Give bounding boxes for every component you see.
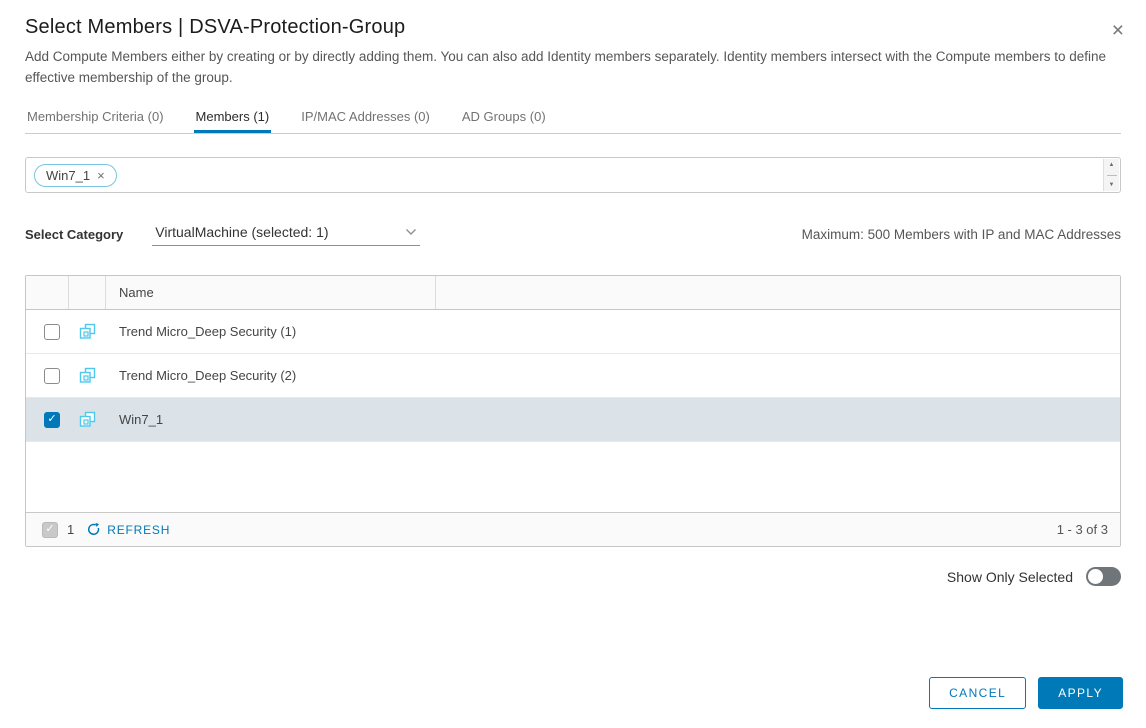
row-checkbox[interactable] bbox=[44, 367, 60, 384]
table-header-row: Name bbox=[26, 276, 1120, 310]
page-title: Select Members | DSVA-Protection-Group bbox=[25, 16, 406, 38]
header-filler-cell bbox=[436, 276, 1120, 309]
scroll-up-icon[interactable]: ▲ bbox=[1109, 162, 1115, 168]
vm-icon bbox=[79, 367, 96, 383]
toggle-knob bbox=[1088, 569, 1103, 584]
select-page-checkbox[interactable]: ✓ bbox=[42, 521, 58, 538]
chip-box-scrollbar[interactable]: ▲ ▼ bbox=[1103, 159, 1119, 191]
dialog-description: Add Compute Members either by creating o… bbox=[25, 49, 1107, 85]
category-dropdown-value: VirtualMachine (selected: 1) bbox=[155, 224, 329, 240]
max-members-note: Maximum: 500 Members with IP and MAC Add… bbox=[801, 226, 1121, 242]
dialog-actions: CANCEL APPLY bbox=[929, 677, 1123, 709]
scrollbar-divider bbox=[1106, 174, 1117, 176]
pagination-range: 1 - 3 of 3 bbox=[1056, 522, 1108, 537]
vm-icon bbox=[79, 411, 96, 427]
page-number: 1 bbox=[67, 522, 75, 537]
scroll-down-icon[interactable]: ▼ bbox=[1109, 182, 1115, 188]
tab-bar: Membership Criteria (0) Members (1) IP/M… bbox=[25, 103, 1121, 134]
tab-ad-groups[interactable]: AD Groups (0) bbox=[460, 103, 548, 133]
column-header-name: Name bbox=[106, 276, 436, 309]
apply-button[interactable]: APPLY bbox=[1038, 677, 1123, 709]
select-category-label: Select Category bbox=[25, 226, 124, 242]
chip-label: Win7_1 bbox=[46, 167, 91, 183]
header-icon-cell bbox=[69, 276, 106, 309]
show-only-selected-toggle[interactable] bbox=[1086, 567, 1121, 586]
row-checkbox[interactable] bbox=[44, 323, 60, 340]
refresh-label: REFRESH bbox=[107, 522, 171, 537]
cell-name: Win7_1 bbox=[119, 412, 164, 427]
table-row[interactable]: ✓ Win7_1 bbox=[26, 398, 1120, 442]
checkmark-icon: ✓ bbox=[45, 523, 55, 535]
show-only-selected-label: Show Only Selected bbox=[946, 568, 1073, 585]
checkmark-icon: ✓ bbox=[47, 413, 57, 425]
row-checkbox[interactable]: ✓ bbox=[44, 411, 60, 428]
tab-ip-mac-addresses[interactable]: IP/MAC Addresses (0) bbox=[299, 103, 432, 133]
cell-name: Trend Micro_Deep Security (1) bbox=[119, 324, 297, 339]
select-members-dialog: Select Members | DSVA-Protection-Group ×… bbox=[0, 0, 1146, 728]
selected-members-input[interactable]: Win7_1 × ▲ ▼ bbox=[25, 157, 1121, 193]
table-footer: ✓ 1 REFRESH 1 - 3 of 3 bbox=[26, 512, 1120, 546]
table-empty-area bbox=[26, 442, 1120, 512]
close-icon: × bbox=[1111, 19, 1124, 42]
show-only-selected-row: Show Only Selected bbox=[25, 567, 1121, 586]
table-row[interactable]: Trend Micro_Deep Security (2) bbox=[26, 354, 1120, 398]
member-chip[interactable]: Win7_1 × bbox=[34, 163, 117, 187]
table-row[interactable]: Trend Micro_Deep Security (1) bbox=[26, 310, 1120, 354]
cell-name: Trend Micro_Deep Security (2) bbox=[119, 368, 297, 383]
members-table: Name Trend Micro_Deep Security (1) Trend… bbox=[25, 275, 1121, 547]
refresh-icon bbox=[88, 522, 100, 535]
header-checkbox-cell bbox=[26, 276, 69, 309]
close-button[interactable]: × bbox=[1110, 18, 1126, 43]
category-row: Select Category VirtualMachine (selected… bbox=[25, 222, 1121, 246]
cancel-button[interactable]: CANCEL bbox=[929, 677, 1027, 709]
tab-membership-criteria[interactable]: Membership Criteria (0) bbox=[25, 103, 166, 133]
refresh-button[interactable]: REFRESH bbox=[86, 522, 170, 537]
tab-members[interactable]: Members (1) bbox=[193, 103, 272, 133]
category-dropdown[interactable]: VirtualMachine (selected: 1) bbox=[152, 222, 421, 246]
vm-icon bbox=[79, 323, 96, 339]
chevron-down-icon bbox=[406, 229, 417, 235]
chip-remove-icon[interactable]: × bbox=[97, 169, 105, 182]
